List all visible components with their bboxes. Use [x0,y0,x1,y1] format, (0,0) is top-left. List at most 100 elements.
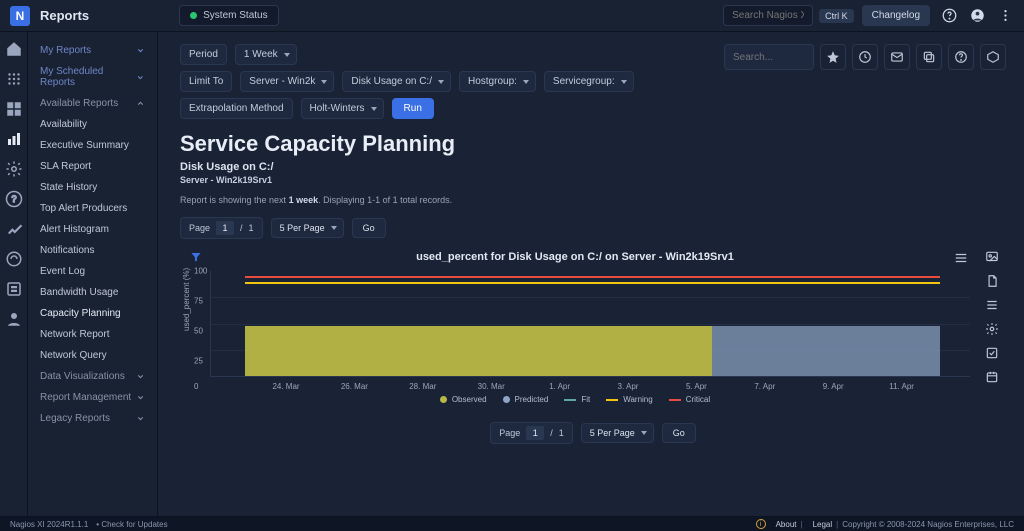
dashboards-icon[interactable] [5,100,23,118]
user-icon[interactable] [968,7,986,25]
changelog-button[interactable]: Changelog [862,5,930,26]
legend-observed[interactable]: Observed [440,395,487,404]
enterprise-icon[interactable] [5,280,23,298]
perpage-select[interactable]: 5 Per Page [271,218,344,238]
pager-total: 1 [559,428,564,438]
sidebar-label: My Scheduled Reports [40,66,136,88]
sidebar-item-bandwidth-usage[interactable]: Bandwidth Usage [28,282,157,303]
perpage-select[interactable]: 5 Per Page [581,423,654,443]
plot[interactable] [210,271,970,377]
go-button[interactable]: Go [352,218,386,238]
chevron-down-icon [136,46,145,55]
disk-select[interactable]: Disk Usage on C:/ [342,71,451,92]
global-search-input[interactable] [723,5,813,26]
chart-checkbox-icon[interactable] [984,345,1000,361]
sidebar-item-network-query[interactable]: Network Query [28,345,157,366]
configure-icon[interactable] [5,160,23,178]
sidebar-item-network-report[interactable]: Network Report [28,324,157,345]
info-icon[interactable]: i [756,519,766,529]
sidebar-item-top-alert-producers[interactable]: Top Alert Producers [28,198,157,219]
help-rail-icon[interactable]: ? [5,190,23,208]
sidebar-item-availability[interactable]: Availability [28,114,157,135]
legend-fit[interactable]: Fit [564,395,590,404]
run-button[interactable]: Run [392,98,434,119]
chevron-down-icon [136,414,145,423]
system-status-pill[interactable]: System Status [179,5,278,26]
chart-calendar-icon[interactable] [984,369,1000,385]
sidebar-item-executive-summary[interactable]: Executive Summary [28,135,157,156]
footer-copyright: Copyright © 2008-2024 Nagios Enterprises… [842,520,1014,529]
y-tick: 0 [194,382,198,391]
sidebar-item-state-history[interactable]: State History [28,177,157,198]
y-tick: 25 [194,357,203,366]
chevron-down-icon [136,372,145,381]
legend-predicted[interactable]: Predicted [503,395,549,404]
legend-warning[interactable]: Warning [606,395,653,404]
hostgroup-select[interactable]: Hostgroup: [459,71,536,92]
footer-legal[interactable]: Legal [813,520,833,529]
topbar: N Reports System Status Ctrl K Changelog [0,0,1024,32]
help-icon[interactable] [940,7,958,25]
chart-image-icon[interactable] [984,249,1000,265]
report-description: Report is showing the next 1 week. Displ… [180,195,1006,205]
chart-settings-icon[interactable] [984,321,1000,337]
chevron-up-icon [136,99,145,108]
chart-list-icon[interactable] [984,297,1000,313]
email-icon[interactable] [884,44,910,70]
legend-critical[interactable]: Critical [669,395,710,404]
sidebar-item-event-log[interactable]: Event Log [28,261,157,282]
favorite-icon[interactable] [820,44,846,70]
period-select[interactable]: 1 Week [235,44,297,65]
series-critical [245,276,940,278]
y-axis-label: used_percent (%) [182,268,191,331]
extrapolation-select[interactable]: Holt-Winters [301,98,384,119]
sidebar-item-alert-histogram[interactable]: Alert Histogram [28,219,157,240]
x-tick: 30. Mar [478,382,505,391]
report-search-input[interactable] [724,44,814,70]
sidebar-section-my-reports[interactable]: My Reports [28,40,157,61]
chart-doc-icon[interactable] [984,273,1000,289]
pager-current-input[interactable] [216,221,234,235]
footer: Nagios XI 2024R1.1.1 • Check for Updates… [0,516,1024,531]
limit-label: Limit To [180,71,232,92]
sidebar-item-capacity-planning[interactable]: Capacity Planning [28,303,157,324]
views-icon[interactable] [5,70,23,88]
help-report-icon[interactable] [948,44,974,70]
chart-filter-icon[interactable] [190,251,202,266]
extrapolation-label: Extrapolation Method [180,98,293,119]
y-tick: 75 [194,297,203,306]
check-updates-link[interactable]: • Check for Updates [96,520,167,529]
sidebar-label: Data Visualizations [40,371,125,382]
y-tick: 100 [194,267,207,276]
page-title: Service Capacity Planning [180,131,1006,157]
home-icon[interactable] [5,40,23,58]
chevron-down-icon [136,73,145,82]
x-tick: 24. Mar [272,382,299,391]
sidebar-section-scheduled[interactable]: My Scheduled Reports [28,61,157,93]
servicegroup-select[interactable]: Servicegroup: [544,71,634,92]
sidebar-section-legacy[interactable]: Legacy Reports [28,408,157,429]
sidebar-section-available[interactable]: Available Reports [28,93,157,114]
copy-icon[interactable] [916,44,942,70]
sidebar-section-dataviz[interactable]: Data Visualizations [28,366,157,387]
footer-about[interactable]: About [776,520,797,529]
dashlet-icon[interactable] [980,44,1006,70]
schedule-icon[interactable] [852,44,878,70]
system-status-label: System Status [203,10,267,21]
chart-menu-icon[interactable] [954,251,968,268]
admin-icon[interactable] [5,250,23,268]
pager-bottom: Page / 1 [490,422,573,444]
go-button[interactable]: Go [662,423,696,443]
server-select[interactable]: Server - Win2k [240,71,334,92]
reports-icon[interactable] [5,130,23,148]
tools-icon[interactable] [5,220,23,238]
logo[interactable]: N [10,6,30,26]
kebab-menu-icon[interactable] [996,7,1014,25]
sidebar-section-report-mgmt[interactable]: Report Management [28,387,157,408]
pager-current-input[interactable] [526,426,544,440]
sidebar-label: My Reports [40,45,91,56]
sidebar-item-sla-report[interactable]: SLA Report [28,156,157,177]
account-rail-icon[interactable] [5,310,23,328]
chart-title: used_percent for Disk Usage on C:/ on Se… [180,249,970,263]
sidebar-item-notifications[interactable]: Notifications [28,240,157,261]
